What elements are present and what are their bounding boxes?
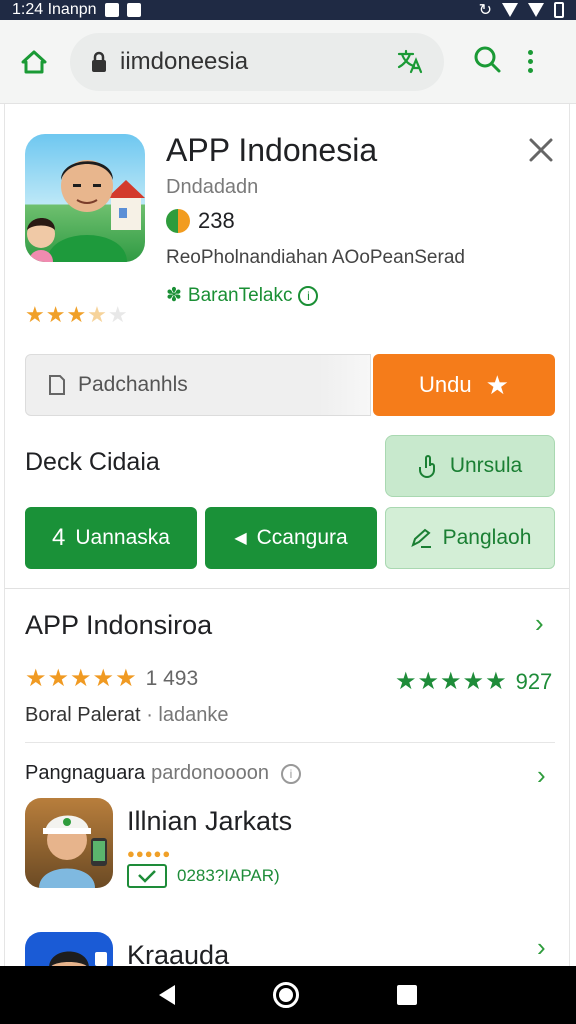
hand-icon bbox=[418, 455, 435, 478]
rating-badge-icon bbox=[166, 209, 190, 233]
list-item-icon[interactable] bbox=[25, 798, 113, 888]
byline-separator: · bbox=[146, 704, 153, 726]
signal-icon bbox=[528, 3, 544, 17]
developer-name[interactable]: Dndadadn bbox=[166, 176, 258, 199]
home-icon[interactable] bbox=[16, 44, 52, 80]
action-button-2[interactable]: ◀ Ccangura bbox=[205, 507, 377, 569]
secondary-actions: 4 Uannaska ◀ Ccangura Panglaoh bbox=[25, 507, 555, 569]
divider bbox=[5, 588, 569, 589]
rating-count: 238 bbox=[198, 208, 235, 233]
verified-label: BaranTelakc bbox=[187, 284, 293, 306]
notification-icon-2 bbox=[126, 3, 141, 17]
author-byline: Boral Palerat · ladanke bbox=[25, 704, 228, 727]
wifi-icon bbox=[502, 3, 518, 17]
chevron-right-icon[interactable]: › bbox=[537, 760, 546, 791]
more-menu-icon[interactable] bbox=[528, 50, 533, 73]
number-icon: 4 bbox=[52, 524, 66, 551]
chevron-right-icon[interactable]: › bbox=[537, 932, 546, 963]
stars-right: ★★★★★ bbox=[395, 668, 508, 695]
list-item-icon[interactable] bbox=[25, 932, 113, 966]
app-icon bbox=[25, 134, 145, 262]
address-bar[interactable]: iimdoneesia bbox=[70, 32, 444, 91]
download-button-label: Undu bbox=[419, 372, 472, 397]
url-text: iimdoneesia bbox=[120, 47, 249, 75]
bookmark-icon bbox=[49, 375, 65, 395]
link-icon bbox=[410, 528, 431, 548]
home-nav-icon[interactable] bbox=[273, 982, 299, 1008]
battery-icon bbox=[554, 2, 564, 18]
author-extra: ladanke bbox=[158, 704, 229, 726]
secondary-button-label: Padchanhls bbox=[78, 373, 188, 396]
star-icon: ★ bbox=[485, 369, 509, 400]
action-button-1[interactable]: 4 Uannaska bbox=[25, 507, 197, 569]
lock-icon bbox=[92, 51, 106, 72]
search-icon[interactable] bbox=[472, 44, 502, 79]
rating-summary: 238 bbox=[166, 208, 235, 234]
install-button[interactable]: Unrsula bbox=[385, 435, 555, 497]
action-button-2-label: Ccangura bbox=[256, 526, 348, 549]
browser-toolbar: iimdoneesia bbox=[0, 20, 576, 104]
play-back-icon: ◀ bbox=[234, 530, 247, 547]
verified-row[interactable]: ✽ BaranTelakc i bbox=[166, 284, 319, 307]
list-item-title[interactable]: Kraauda bbox=[127, 940, 229, 966]
back-icon[interactable] bbox=[159, 985, 175, 1005]
primary-actions: Padchanhls Undu ★ bbox=[25, 354, 555, 416]
action-button-3-label: Panglaoh bbox=[442, 526, 532, 549]
info-icon[interactable]: i bbox=[298, 285, 319, 306]
list-item-title[interactable]: Illnian Jarkats bbox=[127, 806, 292, 837]
check-icon bbox=[127, 864, 167, 888]
notification-icon bbox=[104, 3, 119, 17]
action-button-3[interactable]: Panglaoh bbox=[385, 507, 555, 569]
system-nav-bar bbox=[0, 966, 576, 1024]
status-time: 1:24 Inanpn bbox=[12, 1, 97, 18]
sync-icon: ↻ bbox=[478, 2, 492, 19]
recents-icon[interactable] bbox=[397, 985, 417, 1005]
translate-icon[interactable] bbox=[396, 48, 424, 76]
stars-left: ★★★★★ bbox=[25, 665, 138, 692]
leaf-icon: ✽ bbox=[166, 285, 182, 306]
secondary-button[interactable]: Padchanhls bbox=[25, 354, 371, 416]
close-icon[interactable] bbox=[525, 134, 557, 166]
rating-count-right: 927 bbox=[515, 668, 553, 694]
app-detail-sheet: APP Indonesia Dndadadn 238 ReoPholnandia… bbox=[4, 104, 570, 966]
similar-label-extra: pardonoooon bbox=[151, 762, 269, 784]
section-heading: Deck Cidaia bbox=[25, 448, 160, 476]
status-bar: 1:24 Inanpn ↻ bbox=[0, 0, 576, 20]
star-rating: ★★★★★ bbox=[25, 302, 129, 327]
download-button[interactable]: Undu ★ bbox=[373, 354, 555, 416]
list-item-tag-text: 0283?IAPAR) bbox=[177, 866, 280, 885]
app-description: ReoPholnandiahan AOoPeanSerad bbox=[166, 247, 465, 268]
rating-left: ★★★★★ 1 493 bbox=[25, 664, 198, 693]
action-button-1-label: Uannaska bbox=[75, 526, 170, 549]
divider bbox=[25, 742, 555, 743]
app-title: APP Indonesia bbox=[166, 132, 378, 168]
author-name[interactable]: Boral Palerat bbox=[25, 704, 141, 726]
info-icon[interactable]: i bbox=[281, 763, 301, 784]
details-title: APP Indonsiroa bbox=[25, 610, 213, 640]
install-button-label: Unrsula bbox=[449, 454, 523, 477]
rating-count-left: 1 493 bbox=[145, 666, 199, 690]
chevron-right-icon[interactable]: › bbox=[535, 608, 544, 639]
similar-heading: Pangnaguara pardonoooon i bbox=[25, 762, 301, 785]
list-item-rating: ●●●●● bbox=[127, 846, 172, 861]
similar-label: Pangnaguara bbox=[25, 762, 146, 784]
list-item-tag: 0283?IAPAR) bbox=[127, 864, 280, 888]
rating-right: ★★★★★ 927 bbox=[395, 667, 552, 696]
